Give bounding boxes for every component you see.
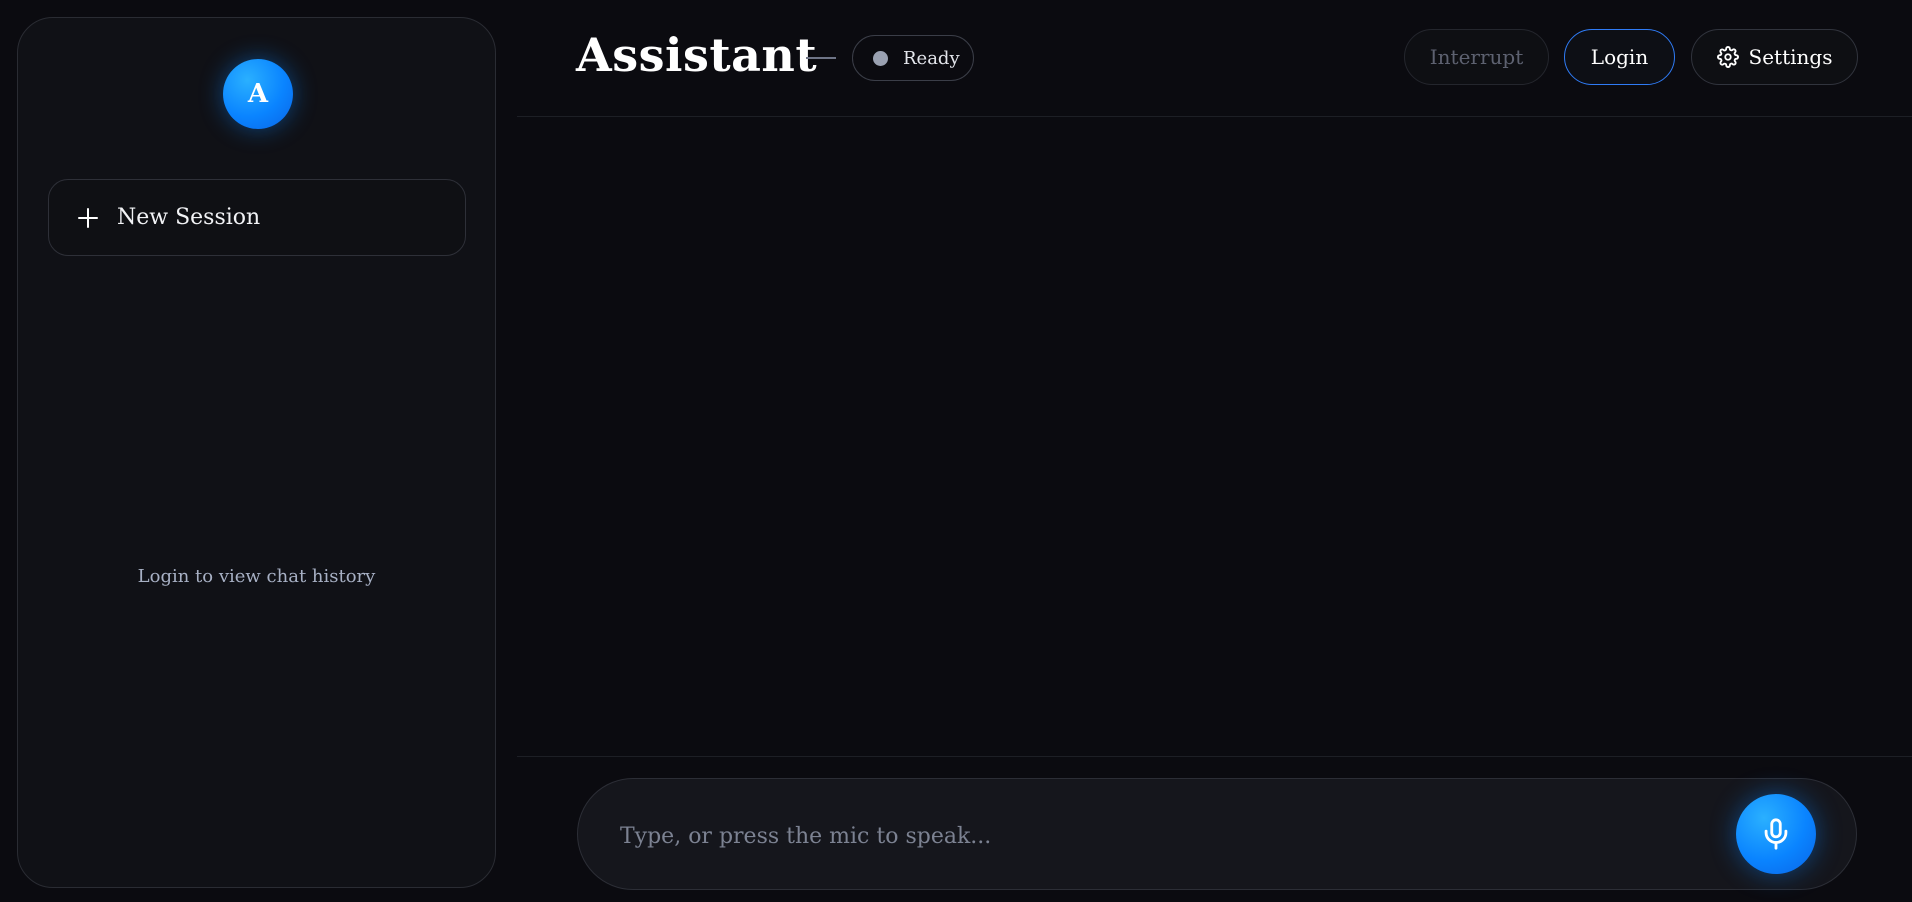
header: Assistant Ready Interrupt Login Settings — [517, 0, 1912, 117]
status-label: Ready — [903, 47, 960, 69]
title-separator — [806, 57, 836, 59]
message-area — [517, 117, 1912, 757]
avatar-letter: A — [247, 79, 269, 109]
message-input[interactable] — [618, 807, 1682, 865]
status-badge: Ready — [852, 35, 974, 81]
composer — [577, 778, 1857, 890]
mic-icon — [1759, 817, 1793, 851]
plus-icon — [77, 207, 99, 229]
new-session-label: New Session — [117, 205, 261, 230]
page-title: Assistant — [576, 28, 818, 82]
login-button[interactable]: Login — [1564, 29, 1675, 85]
app-window: A New Session Login to view chat history… — [0, 0, 1912, 902]
settings-button[interactable]: Settings — [1691, 29, 1858, 85]
chat-history-hint: Login to view chat history — [137, 566, 376, 587]
interrupt-label: Interrupt — [1429, 45, 1524, 69]
interrupt-button[interactable]: Interrupt — [1404, 29, 1549, 85]
new-session-button[interactable]: New Session — [48, 179, 466, 256]
sidebar: A New Session Login to view chat history — [17, 17, 496, 888]
avatar: A — [223, 59, 293, 129]
settings-label: Settings — [1748, 45, 1833, 69]
login-label: Login — [1590, 45, 1649, 69]
mic-button[interactable] — [1736, 794, 1816, 874]
status-dot — [873, 50, 888, 66]
gear-icon — [1716, 46, 1739, 68]
